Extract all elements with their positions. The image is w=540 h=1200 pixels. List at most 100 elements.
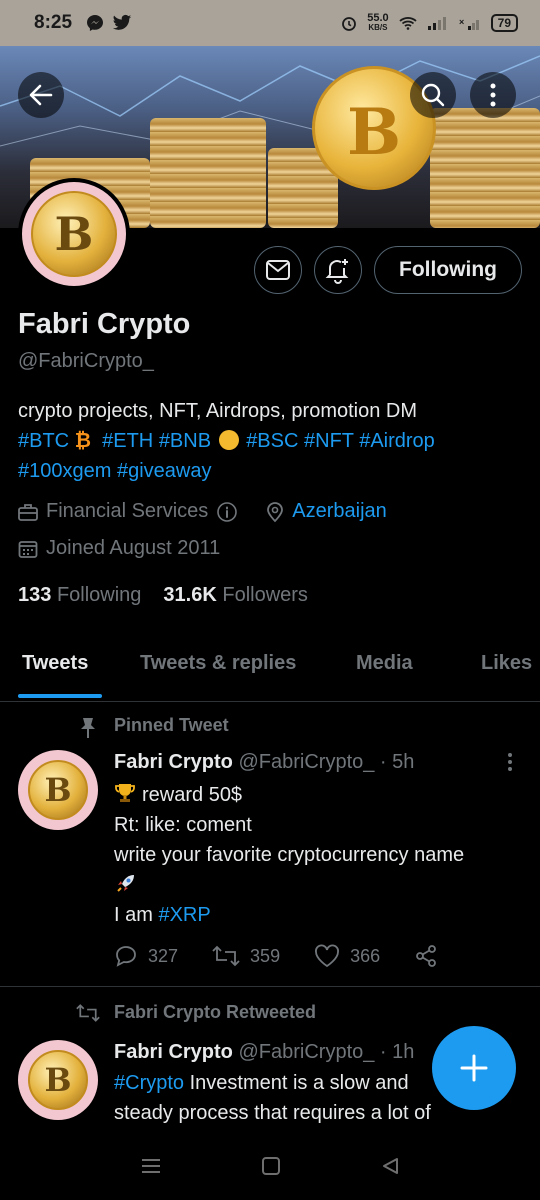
reply-button[interactable]: 327 — [114, 944, 178, 968]
profile-location[interactable]: Azerbaijan — [292, 500, 387, 523]
followers-label: Followers — [222, 584, 308, 606]
search-icon — [421, 83, 445, 107]
back-icon[interactable] — [380, 1156, 400, 1176]
tab-tweets[interactable]: Tweets — [22, 652, 88, 675]
messenger-icon — [87, 15, 104, 31]
hashtag-eth[interactable]: #ETH — [102, 430, 153, 452]
briefcase-icon — [18, 503, 38, 521]
tweet-actions: 327 359 366 — [114, 944, 438, 968]
svg-text:×: × — [459, 17, 464, 27]
tab-tweets-and-replies[interactable]: Tweets & replies — [140, 652, 296, 675]
signal-icon — [427, 17, 446, 30]
twitter-bird-icon — [112, 14, 132, 30]
tweet-line-2: Rt: like: coment — [114, 814, 252, 836]
recent-apps-icon[interactable] — [140, 1156, 162, 1176]
profile-bio: crypto projects, NFT, Airdrops, promotio… — [18, 396, 528, 486]
profile-joined-row: Joined August 2011 — [18, 537, 220, 560]
hashtag-bnb[interactable]: #BNB — [159, 430, 211, 452]
tweet-body: reward 50$ Rt: like: coment write your f… — [114, 780, 524, 930]
hashtag-crypto[interactable]: #Crypto — [114, 1072, 184, 1094]
more-options-button[interactable] — [470, 72, 516, 118]
following-stat[interactable]: 133 Following — [18, 584, 141, 607]
retweeted-label[interactable]: Fabri Crypto Retweeted — [114, 1002, 316, 1023]
following-button[interactable]: Following — [374, 246, 522, 294]
home-icon[interactable] — [261, 1156, 281, 1176]
profile-category: Financial Services — [46, 500, 209, 522]
tweet-header: Fabri Crypto @FabriCrypto_ · 1h — [114, 1041, 414, 1064]
retweet-icon — [76, 1004, 100, 1022]
bitcoin-avatar-icon: B — [28, 760, 88, 820]
tweet-divider — [0, 986, 540, 987]
active-tab-indicator — [18, 694, 102, 698]
tab-likes[interactable]: Likes — [481, 652, 532, 675]
profile-handle: @FabriCrypto_ — [18, 350, 154, 372]
like-count: 366 — [350, 945, 381, 966]
back-arrow-icon — [29, 84, 53, 106]
notification-bell-icon — [325, 259, 349, 284]
hashtag-bsc[interactable]: #BSC — [246, 430, 298, 452]
tweet-line-1: Investment is a slow and — [184, 1072, 409, 1094]
bitcoin-avatar-icon: B — [31, 191, 117, 277]
retweet-button[interactable]: 359 — [212, 945, 280, 967]
hashtag-xrp[interactable]: #XRP — [158, 904, 210, 926]
tweet-avatar[interactable]: B — [18, 1040, 98, 1120]
tweet-author[interactable]: Fabri Crypto — [114, 751, 233, 773]
notifications-button[interactable] — [314, 246, 362, 294]
tweet-line-1: reward 50$ — [142, 784, 243, 806]
reply-count: 327 — [148, 945, 179, 966]
tweet-avatar[interactable]: B — [18, 750, 98, 830]
tweet-line-5-text: I am — [114, 904, 159, 926]
hashtag-airdrop[interactable]: #Airdrop — [359, 430, 435, 452]
avatar-background: B — [22, 182, 126, 286]
message-button[interactable] — [254, 246, 302, 294]
search-button[interactable] — [410, 72, 456, 118]
bio-text: crypto projects, NFT, Airdrops, promotio… — [18, 400, 418, 422]
profile-category-location: Financial Services Azerbaijan — [18, 500, 387, 523]
alarm-icon — [342, 17, 357, 31]
tweet-more-icon[interactable] — [507, 752, 513, 772]
coin-stack — [150, 118, 266, 228]
mail-icon — [266, 260, 290, 280]
like-button[interactable]: 366 — [314, 944, 380, 968]
network-speed: 55.0 KB/S — [367, 13, 388, 33]
tweet-author[interactable]: Fabri Crypto — [114, 1041, 233, 1063]
tweet-line-3: write your favorite cryptocurrency name — [114, 844, 465, 866]
wifi-icon — [399, 17, 417, 30]
profile-joined: Joined August 2011 — [46, 537, 221, 559]
followers-count: 31.6K — [163, 584, 217, 606]
tweet-header: Fabri Crypto @FabriCrypto_ · 5h — [114, 751, 414, 774]
follow-stats: 133 Following 31.6K Followers — [18, 584, 308, 607]
heart-icon — [315, 944, 340, 968]
status-time: 8:25 — [34, 12, 73, 33]
retweet-icon — [212, 945, 240, 967]
profile-name: Fabri Crypto — [18, 308, 191, 340]
back-button[interactable] — [18, 72, 64, 118]
compose-tweet-button[interactable] — [432, 1026, 516, 1110]
share-button[interactable] — [414, 944, 438, 968]
tweet-meta: @FabriCrypto_ · 1h — [238, 1041, 415, 1063]
profile-tabs: Tweets Tweets & replies Media Likes — [0, 640, 540, 702]
followers-stat[interactable]: 31.6K Followers — [163, 584, 308, 607]
rocket-emoji-icon — [117, 875, 134, 892]
hashtag-100xgem[interactable]: #100xgem — [18, 460, 111, 482]
hashtag-nft[interactable]: #NFT — [304, 430, 354, 452]
signal-no-service-icon: × — [459, 17, 479, 30]
reply-icon — [116, 946, 136, 967]
location-pin-icon — [267, 501, 284, 522]
retweet-count: 359 — [250, 945, 281, 966]
plus-icon — [460, 1054, 488, 1082]
info-icon[interactable] — [216, 501, 238, 523]
calendar-icon — [18, 540, 38, 558]
tweet-meta: @FabriCrypto_ · 5h — [238, 751, 415, 773]
profile-avatar[interactable]: B — [18, 178, 130, 290]
bnb-emoji-icon — [218, 430, 239, 450]
share-icon — [416, 945, 437, 967]
following-count: 133 — [18, 584, 52, 606]
hashtag-giveaway[interactable]: #giveaway — [117, 460, 212, 482]
hashtag-btc[interactable]: #BTC — [18, 430, 69, 452]
tab-media[interactable]: Media — [356, 652, 413, 675]
coin-stack — [430, 108, 540, 228]
bitcoin-avatar-icon: B — [28, 1050, 88, 1110]
pin-icon — [81, 718, 95, 738]
bitcoin-emoji-icon: ₿ — [74, 430, 91, 452]
